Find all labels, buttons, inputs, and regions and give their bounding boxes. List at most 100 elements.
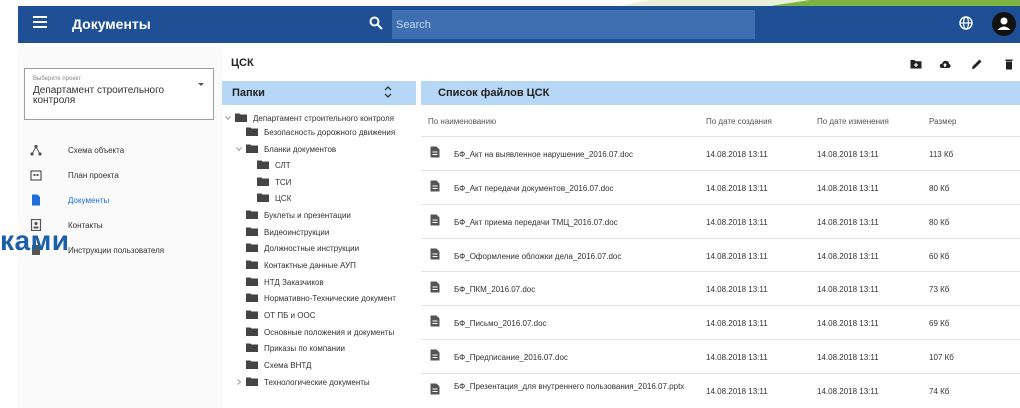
- folder-icon: [246, 360, 258, 369]
- nav-label: План проекта: [68, 171, 119, 180]
- document-icon: [430, 281, 440, 293]
- file-created: 14.08.2018 13:11: [706, 150, 768, 159]
- column-header-name[interactable]: По наименованию: [428, 117, 496, 126]
- folder-icon: [246, 144, 258, 153]
- file-size: 69 Кб: [929, 319, 950, 328]
- folders-title: Папки: [232, 87, 265, 99]
- folder-icon: [257, 160, 269, 169]
- table-row[interactable]: БФ_Письмо_2016.07.doc 14.08.2018 13:11 1…: [421, 306, 1020, 339]
- folder-icon: [246, 377, 258, 386]
- table-row[interactable]: БФ_Предписание_2016.07.doc 14.08.2018 13…: [421, 340, 1020, 373]
- folder-label: Приказы по компании: [264, 344, 346, 353]
- globe-icon[interactable]: [959, 16, 973, 30]
- app-header: Документы: [18, 6, 1020, 43]
- file-name: БФ_Акт на выявленное нарушение_2016.07.d…: [454, 150, 633, 159]
- folder-label: ТСИ: [275, 178, 292, 187]
- document-icon: [430, 315, 440, 327]
- table-row[interactable]: БФ_Акт приема передачи ТМЦ_2016.07.doc 1…: [421, 205, 1020, 238]
- search-icon[interactable]: [369, 16, 383, 30]
- folder-icon: [246, 293, 258, 302]
- folders-header: Папки: [222, 81, 416, 105]
- table-row[interactable]: БФ_Акт передачи документов_2016.07.doc 1…: [421, 171, 1020, 204]
- document-icon: [430, 349, 440, 361]
- upload-cloud-icon[interactable]: [939, 58, 951, 70]
- project-select[interactable]: Выберите проект Департамент строительног…: [24, 68, 214, 120]
- nav-label: Контакты: [68, 221, 103, 230]
- file-modified: 14.08.2018 13:11: [817, 218, 879, 227]
- app-title: Документы: [72, 16, 151, 32]
- folder-label: Безопасность дорожного движения: [264, 128, 396, 137]
- table-row[interactable]: БФ_Акт на выявленное нарушение_2016.07.d…: [421, 137, 1020, 170]
- document-icon: [32, 194, 40, 206]
- folder-icon: [246, 277, 258, 286]
- file-name: БФ_Письмо_2016.07.doc: [454, 319, 547, 328]
- document-icon: [430, 180, 440, 192]
- sort-icon[interactable]: [383, 85, 393, 99]
- folder-icon: [246, 310, 258, 319]
- table-row[interactable]: БФ_ПКМ_2016.07.doc 14.08.2018 13:11 14.0…: [421, 272, 1020, 305]
- nav-label: Документы: [68, 196, 110, 205]
- document-icon: [430, 214, 440, 226]
- column-header-created[interactable]: По дате создания: [706, 117, 772, 126]
- background-overlay-text: ками: [0, 225, 70, 256]
- files-title: Список файлов ЦСК: [438, 87, 550, 99]
- chevron-down-icon[interactable]: [236, 146, 242, 152]
- folder-label: Контактные данные АУП: [264, 261, 356, 270]
- nav-label: Инструкции пользователя: [68, 246, 165, 255]
- search-input[interactable]: [392, 10, 755, 39]
- folder-icon: [246, 343, 258, 352]
- file-size: 73 Кб: [929, 285, 950, 294]
- nav-item-documents[interactable]: Документы: [30, 194, 210, 208]
- folder-label: Основные положения и документы: [264, 328, 395, 337]
- file-modified: 14.08.2018 13:11: [817, 252, 879, 261]
- file-size: 107 Кб: [929, 353, 954, 362]
- folder-icon: [246, 127, 258, 136]
- chevron-down-icon[interactable]: [225, 115, 231, 121]
- file-name: БФ_Акт приема передачи ТМЦ_2016.07.doc: [454, 218, 618, 227]
- file-modified: 14.08.2018 13:11: [817, 319, 879, 328]
- table-row[interactable]: БФ_Презентация_для внутреннего пользован…: [421, 374, 1020, 407]
- calendar-icon: [30, 170, 42, 181]
- document-icon: [430, 383, 440, 395]
- column-header-size[interactable]: Размер: [929, 117, 957, 126]
- page-title: ЦСК: [231, 57, 254, 69]
- chevron-right-icon[interactable]: [236, 379, 242, 385]
- folder-label: Буклеты и презентации: [264, 211, 351, 220]
- file-modified: 14.08.2018 13:11: [817, 353, 879, 362]
- folder-label: Нормативно-Технические документ: [264, 294, 396, 303]
- file-created: 14.08.2018 13:11: [706, 353, 768, 362]
- new-folder-icon[interactable]: [910, 58, 922, 70]
- nav-item-project-plan[interactable]: План проекта: [30, 169, 210, 183]
- column-header-modified[interactable]: По дате изменения: [817, 117, 889, 126]
- edit-pencil-icon[interactable]: [971, 58, 983, 70]
- folder-label: Видеоинструкции: [264, 228, 330, 237]
- folder-icon: [246, 327, 258, 336]
- file-modified: 14.08.2018 13:11: [817, 285, 879, 294]
- folder-icon: [246, 210, 258, 219]
- file-size: 80 Кб: [929, 184, 950, 193]
- user-icon: [997, 17, 1011, 30]
- folder-label: Технологические документы: [264, 378, 370, 387]
- document-icon: [430, 248, 440, 260]
- hierarchy-icon: [30, 144, 42, 156]
- folder-icon: [246, 260, 258, 269]
- folder-label: Бланки документов: [264, 145, 337, 154]
- file-name: БФ_Предписание_2016.07.doc: [454, 353, 568, 362]
- file-created: 14.08.2018 13:11: [706, 252, 768, 261]
- nav-item-object-scheme[interactable]: Схема объекта: [30, 144, 210, 158]
- nav-label: Схема объекта: [68, 146, 125, 155]
- menu-icon[interactable]: [33, 16, 47, 30]
- user-avatar[interactable]: [992, 12, 1016, 36]
- delete-trash-icon[interactable]: [1003, 58, 1015, 70]
- folder-icon: [257, 177, 269, 186]
- file-created: 14.08.2018 13:11: [706, 184, 768, 193]
- folder-icon: [235, 113, 247, 122]
- folder-label: ОТ ПБ и ООС: [264, 311, 316, 320]
- document-icon: [430, 146, 440, 158]
- table-row[interactable]: БФ_Оформление обложки дела_2016.07.doc 1…: [421, 239, 1020, 272]
- file-name: БФ_Оформление обложки дела_2016.07.doc: [454, 252, 622, 261]
- folder-icon: [246, 227, 258, 236]
- file-name: БФ_ПКМ_2016.07.doc: [454, 285, 536, 294]
- file-size: 113 Кб: [929, 150, 954, 159]
- files-header: Список файлов ЦСК: [421, 81, 1020, 105]
